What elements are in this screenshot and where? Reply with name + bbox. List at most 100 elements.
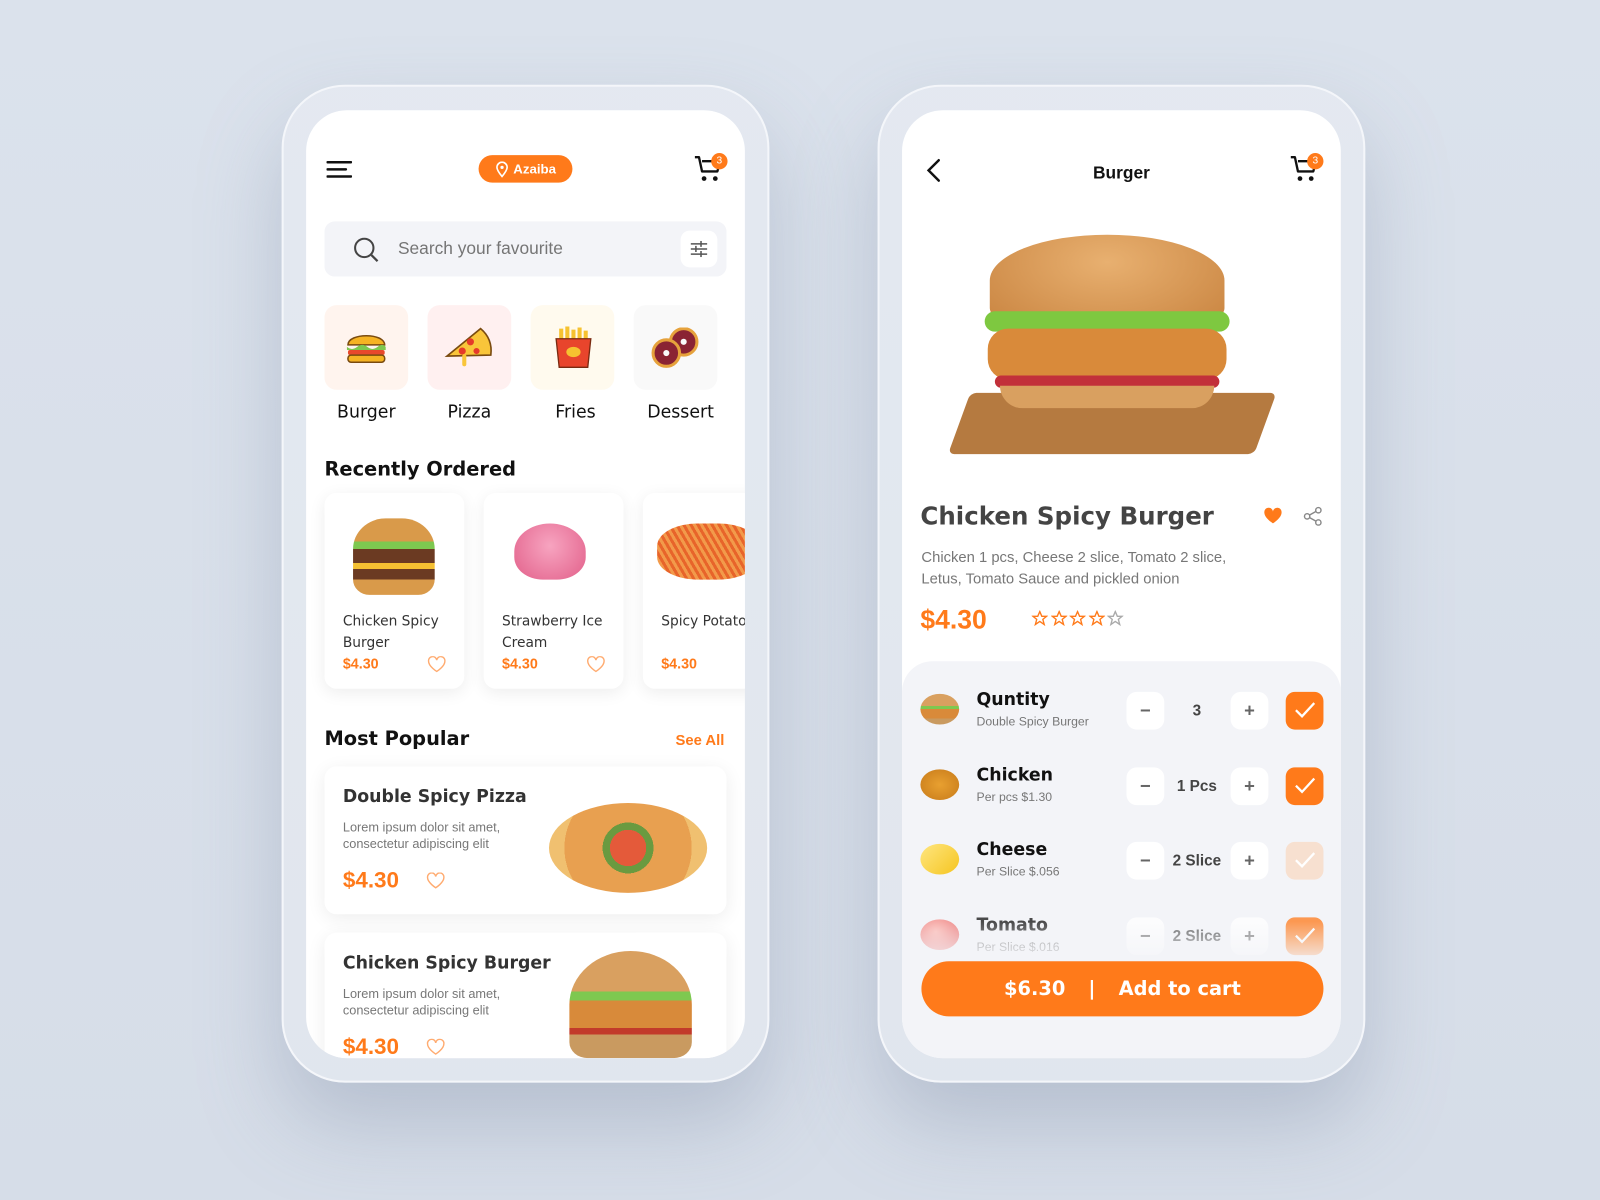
heart-filled-icon[interactable]: [1263, 507, 1282, 524]
item-title: Chicken Spicy Burger: [342, 953, 551, 974]
option-label: Quntity: [976, 689, 1050, 711]
home-phone: Azaiba 3 Burger Pizza Fries Dessert Rece…: [281, 84, 770, 1083]
option-sub: Double Spicy Burger: [976, 714, 1089, 729]
star-icon: [1068, 609, 1087, 627]
check-icon: [1295, 702, 1316, 718]
cart-badge: 3: [711, 153, 728, 170]
detail-phone: Burger 3 Chicken Spicy Burger Chicken 1 …: [877, 84, 1366, 1083]
heart-outline-icon[interactable]: [426, 1038, 445, 1055]
see-all-link[interactable]: See All: [676, 733, 725, 749]
category-pizza[interactable]: [427, 305, 512, 390]
heart-outline-icon[interactable]: [426, 872, 445, 889]
increment-button[interactable]: +: [1230, 841, 1269, 880]
decrement-button[interactable]: −: [1126, 766, 1165, 805]
location-pill[interactable]: Azaiba: [478, 155, 573, 183]
heart-outline-icon[interactable]: [587, 656, 605, 673]
item-price: $4.30: [502, 655, 538, 672]
add-to-cart-label: Add to cart: [1118, 977, 1241, 1000]
burger-image: [353, 518, 435, 595]
option-checkbox[interactable]: [1285, 766, 1324, 805]
increment-button[interactable]: +: [1230, 766, 1269, 805]
option-value: 3: [1192, 702, 1202, 720]
option-row: Quntity Double Spicy Burger − 3 +: [902, 690, 1341, 731]
option-value: 1 Pcs: [1176, 777, 1217, 795]
category-label: Fries: [555, 402, 596, 423]
star-icon: [1087, 609, 1106, 627]
heart-outline-icon[interactable]: [427, 656, 446, 673]
filter-sliders-icon: [690, 240, 708, 258]
decrement-button[interactable]: −: [1126, 841, 1165, 880]
check-icon: [1295, 777, 1316, 793]
recent-card[interactable]: Spicy Potato Fries $4.30: [642, 492, 745, 689]
product-price: $4.30: [920, 604, 987, 635]
separator: |: [1088, 977, 1096, 1000]
option-value: 2 Slice: [1172, 852, 1222, 870]
item-name: Chicken Spicy Burger: [342, 613, 439, 652]
option-label: Chicken: [976, 764, 1054, 786]
location-pin-icon: [496, 161, 508, 178]
recent-card[interactable]: Chicken Spicy Burger $4.30: [324, 492, 465, 689]
ice-cream-image: [514, 523, 586, 580]
popular-card[interactable]: Chicken Spicy Burger Lorem ipsum dolor s…: [324, 932, 727, 1059]
decrement-button[interactable]: −: [1126, 691, 1165, 730]
item-price: $4.30: [342, 867, 400, 893]
cart-badge: 3: [1307, 153, 1324, 170]
option-label: Cheese: [976, 839, 1048, 861]
category-label: Pizza: [447, 402, 492, 423]
category-dessert[interactable]: [633, 305, 718, 390]
item-price: $4.30: [342, 1033, 400, 1059]
total-price: $6.30: [1004, 977, 1066, 1000]
menu-icon[interactable]: [326, 160, 353, 178]
recent-card[interactable]: Strawberry Ice Cream $4.30: [483, 492, 624, 689]
options-panel: Quntity Double Spicy Burger − 3 + Chicke…: [902, 661, 1341, 1059]
category-label: Burger: [337, 402, 396, 423]
product-description: Chicken 1 pcs, Cheese 2 slice, Tomato 2 …: [921, 549, 1227, 588]
star-icon: [1106, 609, 1125, 627]
add-to-cart-button[interactable]: $6.30 | Add to cart: [921, 961, 1324, 1017]
fries-image: [657, 523, 745, 580]
category-label: Dessert: [647, 402, 714, 423]
star-icon: [1031, 609, 1049, 627]
item-description: Lorem ipsum dolor sit amet, consectetur …: [342, 986, 501, 1018]
item-title: Double Spicy Pizza: [342, 786, 527, 808]
option-sub: Per Slice $.056: [976, 864, 1060, 879]
option-checkbox[interactable]: [1285, 841, 1324, 880]
item-price: $4.30: [342, 655, 379, 672]
increment-button[interactable]: +: [1230, 691, 1269, 730]
detail-screen: Burger 3 Chicken Spicy Burger Chicken 1 …: [902, 110, 1341, 1059]
check-icon: [1295, 852, 1316, 868]
item-name: Strawberry Ice Cream: [502, 613, 603, 652]
cart-button[interactable]: 3: [694, 153, 729, 186]
item-price: $4.30: [661, 655, 697, 672]
filter-button[interactable]: [680, 230, 718, 268]
recently-ordered-heading: Recently Ordered: [324, 458, 516, 481]
product-image: [948, 234, 1277, 470]
star-icon: [1049, 609, 1068, 627]
search-icon: [354, 237, 379, 263]
pizza-icon: [444, 327, 492, 367]
search-input[interactable]: [397, 233, 664, 265]
item-name: Spicy Potato Fries: [661, 613, 745, 630]
option-image: [920, 693, 960, 725]
home-screen: Azaiba 3 Burger Pizza Fries Dessert Rece…: [306, 110, 745, 1059]
fries-icon: [555, 326, 592, 369]
popular-card[interactable]: Double Spicy Pizza Lorem ipsum dolor sit…: [324, 766, 727, 915]
category-fries[interactable]: [530, 305, 615, 390]
option-image: [920, 843, 960, 875]
option-checkbox[interactable]: [1285, 691, 1324, 730]
cart-button[interactable]: 3: [1290, 153, 1325, 186]
location-label: Azaiba: [513, 161, 557, 177]
burger-image: [569, 951, 692, 1059]
search-bar[interactable]: [324, 221, 727, 277]
option-row: Chicken Per pcs $1.30 − 1 Pcs +: [902, 765, 1341, 806]
option-row: Cheese Per Slice $.056 − 2 Slice +: [902, 840, 1341, 881]
most-popular-heading: Most Popular: [324, 727, 470, 750]
burger-icon: [346, 334, 386, 364]
share-icon[interactable]: [1303, 506, 1322, 526]
page-title: Burger: [1092, 163, 1150, 183]
donut-icon: [651, 327, 699, 368]
item-description: Lorem ipsum dolor sit amet, consectetur …: [342, 820, 501, 852]
pizza-image: [548, 803, 708, 893]
product-name: Chicken Spicy Burger: [920, 502, 1214, 531]
category-burger[interactable]: [324, 305, 409, 390]
